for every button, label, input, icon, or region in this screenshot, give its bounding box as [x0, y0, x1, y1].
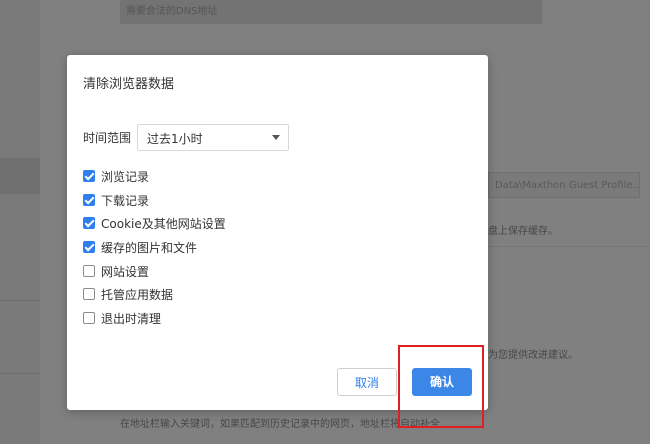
background-sidebar	[0, 0, 40, 444]
background-dns-input: 需要合法的DNS地址	[120, 0, 542, 24]
option-download-history[interactable]: 下载记录	[83, 192, 149, 208]
checkbox-unchecked-icon[interactable]	[83, 288, 95, 300]
highlight-annotation-box	[398, 345, 484, 428]
option-clear-on-exit[interactable]: 退出时清理	[83, 310, 161, 326]
cancel-button[interactable]: 取消	[337, 368, 397, 396]
checkbox-checked-icon[interactable]	[83, 194, 95, 206]
background-advice-text: 为您提供改进建议。	[488, 350, 578, 361]
background-divider	[0, 300, 40, 301]
background-sidebar-selected-item	[0, 158, 40, 194]
option-cookies[interactable]: Cookie及其他网站设置	[83, 215, 226, 231]
option-site-settings[interactable]: 网站设置	[83, 263, 149, 279]
background-save-text: 盘上保存缓存。	[488, 226, 558, 237]
time-range-select[interactable]: 过去1小时	[137, 124, 289, 151]
option-label: 网站设置	[101, 264, 150, 279]
option-label: 浏览记录	[101, 169, 150, 184]
option-label: 缓存的图片和文件	[101, 240, 198, 255]
checkbox-unchecked-icon[interactable]	[83, 265, 95, 277]
checkbox-checked-icon[interactable]	[83, 217, 95, 229]
checkbox-checked-icon[interactable]	[83, 170, 95, 182]
option-browsing-history[interactable]: 浏览记录	[83, 168, 149, 184]
option-label: Cookie及其他网站设置	[101, 216, 226, 231]
option-cached-files[interactable]: 缓存的图片和文件	[83, 239, 197, 255]
background-profile-path-input: Data\Maxthon Guest Profile...	[488, 172, 640, 198]
option-label: 退出时清理	[101, 311, 162, 326]
time-range-value: 过去1小时	[147, 132, 203, 146]
checkbox-checked-icon[interactable]	[83, 241, 95, 253]
option-label: 下载记录	[101, 193, 150, 208]
option-label: 托管应用数据	[101, 287, 174, 302]
option-hosted-app-data[interactable]: 托管应用数据	[83, 286, 173, 302]
chevron-down-icon	[272, 135, 280, 140]
dialog-title: 清除浏览器数据	[83, 77, 175, 92]
background-divider	[0, 373, 40, 374]
time-range-label: 时间范围	[83, 131, 132, 145]
background-divider	[488, 246, 650, 247]
checkbox-unchecked-icon[interactable]	[83, 312, 95, 324]
background-autocomplete-text: 在地址栏输入关键词，如果匹配到历史记录中的网页，地址栏将自动补全	[120, 419, 440, 430]
